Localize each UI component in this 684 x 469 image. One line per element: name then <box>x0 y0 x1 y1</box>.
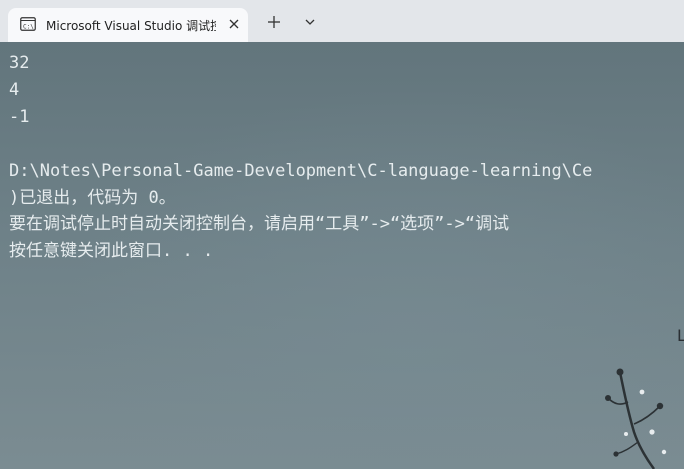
background-branch-decoration <box>605 368 667 469</box>
console-line: -1 <box>9 107 30 127</box>
terminal-window: C:\ Microsoft Visual Studio 调试控 32 4 -1 … <box>0 0 684 469</box>
svg-text:C:\: C:\ <box>23 24 34 31</box>
close-icon[interactable] <box>226 16 242 32</box>
console-line: D:\Notes\Personal-Game-Development\C-lan… <box>9 161 593 181</box>
plus-icon[interactable] <box>265 13 283 31</box>
title-bar: C:\ Microsoft Visual Studio 调试控 <box>0 0 684 42</box>
console-line: 按任意键关闭此窗口. . . <box>9 241 214 261</box>
console-window-icon: C:\ <box>20 17 36 31</box>
console-line: 32 <box>9 53 30 73</box>
tab-title: Microsoft Visual Studio 调试控 <box>46 19 216 33</box>
chevron-down-icon[interactable] <box>303 15 317 29</box>
console-line: 要在调试停止时自动关闭控制台，请启用“工具”->“选项”->“调试 <box>9 214 510 234</box>
console-line: 4 <box>9 80 20 100</box>
background-glyph: L <box>677 326 684 345</box>
active-tab[interactable]: C:\ Microsoft Visual Studio 调试控 <box>8 8 248 42</box>
console-line: )已退出，代码为 0。 <box>9 188 176 208</box>
console-output[interactable]: 32 4 -1 D:\Notes\Personal-Game-Developme… <box>0 42 684 469</box>
